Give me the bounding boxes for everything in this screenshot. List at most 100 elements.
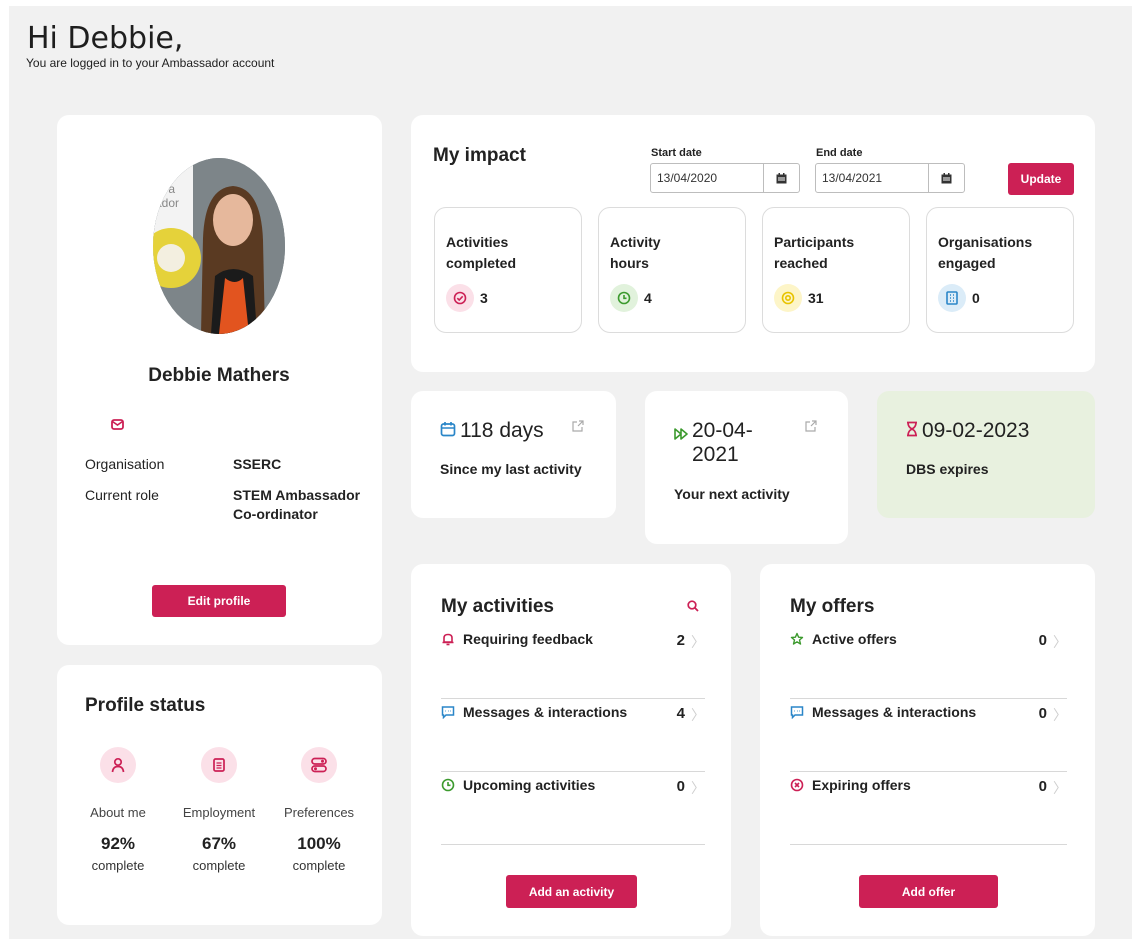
profile-status-about[interactable]: About me 92% complete bbox=[73, 747, 163, 873]
chevron-right-icon: 〉 bbox=[691, 780, 705, 796]
role-label: Current role bbox=[85, 487, 159, 503]
employment-label: Employment bbox=[182, 805, 256, 820]
fast-forward-icon bbox=[674, 423, 688, 447]
profile-status-title: Profile status bbox=[85, 695, 206, 716]
add-offer-button[interactable]: Add offer bbox=[859, 875, 998, 908]
profile-status-preferences[interactable]: Preferences 100% complete bbox=[274, 747, 364, 873]
stat-activities-completed[interactable]: Activities completed 3 bbox=[434, 207, 582, 333]
list-item-requiring-feedback[interactable]: Requiring feedback 2 〉 bbox=[441, 626, 705, 699]
chat-icon bbox=[790, 705, 804, 724]
preferences-percent: 100% bbox=[297, 834, 341, 853]
stat-organisations-engaged[interactable]: Organisations engaged 0 bbox=[926, 207, 1074, 333]
chevron-right-icon: 〉 bbox=[1053, 707, 1067, 723]
profile-status-employment[interactable]: Employment 67% complete bbox=[174, 747, 264, 873]
next-activity-date: 20-04-2021 bbox=[674, 419, 782, 467]
mail-icon[interactable] bbox=[111, 417, 124, 435]
list-item-active-offers[interactable]: Active offers 0 〉 bbox=[790, 626, 1067, 699]
calendar-icon[interactable] bbox=[928, 164, 964, 192]
edit-profile-button[interactable]: Edit profile bbox=[152, 585, 286, 617]
greeting: Hi Debbie, You are logged in to your Amb… bbox=[26, 21, 275, 71]
row-count: 0 bbox=[1038, 705, 1047, 722]
profile-name: Debbie Mathers bbox=[148, 365, 290, 386]
row-label: Messages & interactions bbox=[463, 704, 628, 720]
organisation-label: Organisation bbox=[85, 456, 165, 472]
row-count: 0 bbox=[1038, 778, 1047, 795]
star-icon bbox=[790, 632, 804, 651]
x-circle-icon bbox=[790, 778, 804, 797]
hourglass-icon bbox=[906, 419, 918, 443]
dbs-label: DBS expires bbox=[906, 461, 989, 477]
calendar-icon bbox=[440, 419, 456, 443]
row-label: Expiring offers bbox=[812, 777, 911, 793]
chevron-right-icon: 〉 bbox=[1053, 780, 1067, 796]
end-date-value: 13/04/2021 bbox=[822, 171, 883, 185]
profile-card: th a ador Debbie Mathers Organisation SS… bbox=[57, 115, 382, 645]
last-activity-label: Since my last activity bbox=[440, 461, 582, 477]
clock-icon bbox=[610, 284, 638, 312]
stat-label: Activities completed bbox=[446, 234, 517, 271]
person-icon bbox=[100, 747, 136, 783]
dbs-date: 09-02-2023 bbox=[906, 419, 1029, 443]
chat-icon bbox=[441, 705, 455, 724]
stat-label: Activity hours bbox=[610, 234, 661, 271]
calendar-icon[interactable] bbox=[763, 164, 799, 192]
organisation-value: SSERC bbox=[233, 456, 282, 472]
about-percent: 92% bbox=[100, 834, 136, 853]
row-label: Upcoming activities bbox=[463, 777, 596, 793]
impact-title: My impact bbox=[433, 145, 526, 166]
activities-title: My activities bbox=[441, 596, 554, 617]
about-sub: complete bbox=[91, 858, 145, 873]
chevron-right-icon: 〉 bbox=[691, 634, 705, 650]
next-activity-value: 20-04-2021 bbox=[692, 419, 753, 466]
row-count: 4 bbox=[676, 705, 685, 722]
end-date-label: End date bbox=[816, 147, 863, 159]
bell-icon bbox=[441, 632, 455, 651]
stat-value: 0 bbox=[972, 290, 980, 306]
list-item-expiring-offers[interactable]: Expiring offers 0 〉 bbox=[790, 772, 1067, 845]
row-label: Requiring feedback bbox=[463, 631, 593, 647]
start-date-label: Start date bbox=[651, 147, 702, 159]
impact-card: My impact Start date 13/04/2020 End date… bbox=[411, 115, 1095, 372]
next-activity-label: Your next activity bbox=[674, 486, 790, 502]
profile-status-card: Profile status About me 92% complete Emp… bbox=[57, 665, 382, 925]
target-icon bbox=[774, 284, 802, 312]
about-label: About me bbox=[90, 805, 146, 820]
start-date-field[interactable]: 13/04/2020 bbox=[650, 163, 800, 193]
external-link-icon[interactable] bbox=[804, 419, 818, 438]
stat-value: 3 bbox=[480, 290, 488, 306]
employment-sub: complete bbox=[192, 858, 246, 873]
update-button[interactable]: Update bbox=[1008, 163, 1074, 195]
last-activity-days: 118 days bbox=[440, 419, 544, 443]
external-link-icon[interactable] bbox=[571, 419, 585, 438]
next-activity-card[interactable]: 20-04-2021 Your next activity bbox=[645, 391, 848, 544]
start-date-value: 13/04/2020 bbox=[657, 171, 718, 185]
role-value: STEM Ambassador Co-ordinator bbox=[233, 487, 361, 522]
building-icon bbox=[938, 284, 966, 312]
list-item-upcoming[interactable]: Upcoming activities 0 〉 bbox=[441, 772, 705, 845]
search-icon[interactable] bbox=[687, 599, 699, 617]
list-item-messages[interactable]: Messages & interactions 4 〉 bbox=[441, 699, 705, 772]
row-label: Messages & interactions bbox=[812, 704, 977, 720]
greeting-title: Hi Debbie, bbox=[27, 21, 184, 56]
avatar: th a ador bbox=[153, 158, 285, 334]
document-icon bbox=[201, 747, 237, 783]
toggles-icon bbox=[301, 747, 337, 783]
employment-percent: 67% bbox=[201, 834, 237, 853]
check-circle-icon bbox=[446, 284, 474, 312]
stat-participants-reached[interactable]: Participants reached 31 bbox=[762, 207, 910, 333]
last-activity-card[interactable]: 118 days Since my last activity bbox=[411, 391, 616, 518]
greeting-subtitle: You are logged in to your Ambassador acc… bbox=[26, 56, 275, 70]
stat-activity-hours[interactable]: Activity hours 4 bbox=[598, 207, 746, 333]
chevron-right-icon: 〉 bbox=[691, 707, 705, 723]
list-item-messages[interactable]: Messages & interactions 0 〉 bbox=[790, 699, 1067, 772]
row-count: 0 bbox=[1038, 632, 1047, 649]
preferences-label: Preferences bbox=[283, 805, 355, 820]
end-date-field[interactable]: 13/04/2021 bbox=[815, 163, 965, 193]
stat-label: Organisations engaged bbox=[938, 234, 1033, 271]
row-label: Active offers bbox=[812, 631, 897, 647]
offers-card: My offers Active offers 0 〉 Messages & i… bbox=[760, 564, 1095, 936]
clock-icon bbox=[441, 778, 455, 797]
add-activity-button[interactable]: Add an activity bbox=[506, 875, 637, 908]
photo-background-text: th a ador bbox=[155, 182, 180, 210]
stat-label: Participants reached bbox=[774, 234, 855, 271]
